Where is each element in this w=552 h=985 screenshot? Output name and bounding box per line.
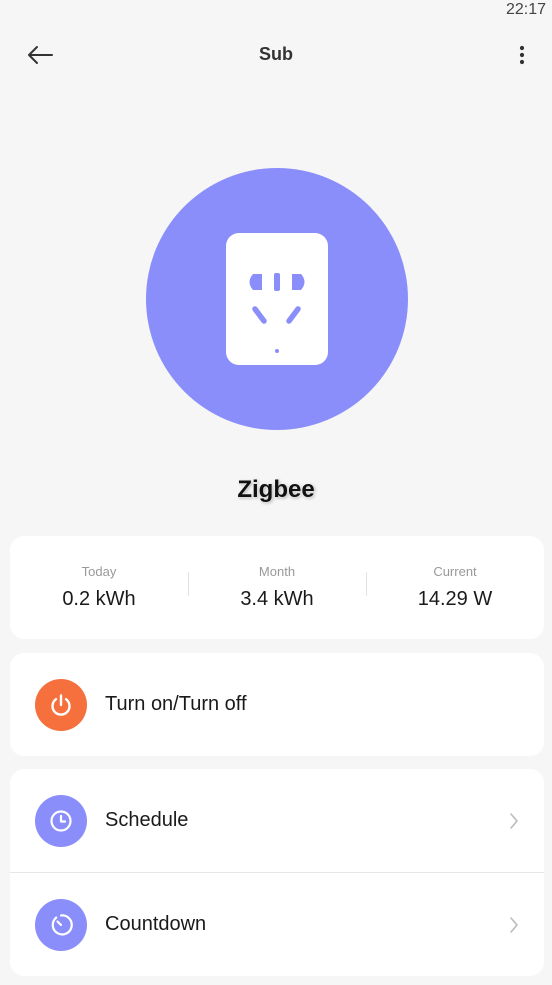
power-card: Turn on/Turn off — [10, 653, 544, 756]
device-image — [146, 168, 408, 430]
status-bar-time: 22:17 — [505, 1, 546, 18]
chevron-right-icon — [504, 812, 524, 830]
energy-stat-value: 14.29 W — [417, 588, 493, 610]
chevron-right-icon — [504, 916, 524, 934]
schedule-label: Schedule — [105, 809, 189, 831]
power-toggle-label: Turn on/Turn off — [105, 693, 247, 715]
top-bar: Sub — [0, 30, 552, 80]
timer-icon — [51, 913, 73, 935]
countdown-label: Countdown — [105, 913, 207, 935]
power-icon — [51, 693, 71, 716]
actions-card: Schedule Countdown — [10, 769, 544, 976]
power-toggle-row[interactable]: Turn on/Turn off — [10, 653, 544, 756]
energy-stat-today: Today 0.2 kWh — [10, 564, 188, 611]
energy-stats-card: Today 0.2 kWh Month 3.4 kWh Current 14.2… — [10, 536, 544, 639]
device-name: Zigbee — [237, 476, 315, 503]
energy-stat-label: Today — [81, 564, 117, 579]
energy-stat-label: Current — [433, 564, 477, 579]
more-vertical-icon — [519, 45, 525, 65]
page-title: Sub — [259, 44, 293, 64]
schedule-row[interactable]: Schedule — [10, 769, 544, 872]
energy-stat-label: Month — [258, 564, 296, 579]
clock-icon — [50, 809, 72, 832]
energy-stat-current: Current 14.29 W — [366, 564, 544, 611]
countdown-row[interactable]: Countdown — [10, 873, 544, 976]
energy-stat-value: 0.2 kWh — [62, 588, 136, 610]
energy-stat-value: 3.4 kWh — [240, 588, 314, 610]
power-socket-icon — [226, 233, 328, 365]
more-options-button[interactable] — [508, 38, 536, 72]
power-button[interactable] — [35, 678, 87, 731]
schedule-icon-badge — [35, 794, 87, 847]
countdown-icon-badge — [35, 898, 87, 951]
energy-stat-month: Month 3.4 kWh — [188, 564, 366, 611]
